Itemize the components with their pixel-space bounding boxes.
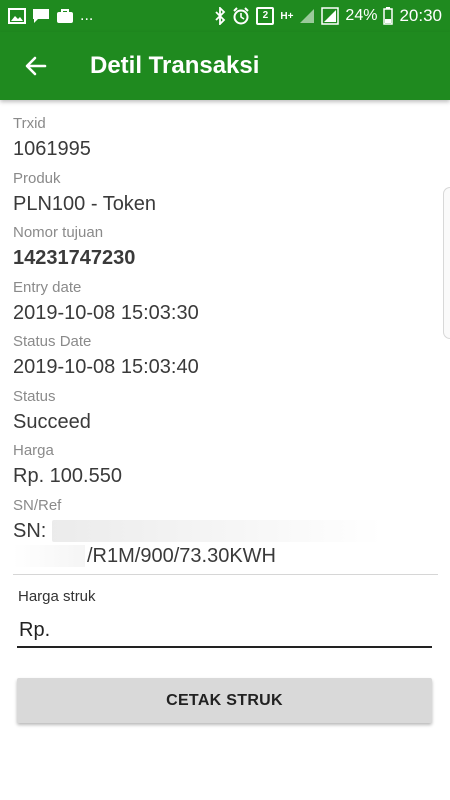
sn-ref-label: SN/Ref [13,497,62,514]
produk-label: Produk [13,170,61,187]
arrow-left-icon [25,56,47,76]
clock: 20:30 [399,6,442,25]
harga-struk-label: Harga struk [18,588,96,605]
alarm-icon [232,7,250,25]
status-bar: ... 2 H+ 24% 20:30 [0,0,450,32]
status-date-label: Status Date [13,333,92,350]
battery-percent: 24% [345,7,378,24]
harga-value: Rp. 100.550 [13,465,122,487]
sn-value-line2: /R1M/900/73.30KWH [87,545,276,567]
scroll-handle[interactable] [443,187,450,339]
nomor-tujuan-value: 14231747230 [13,247,136,269]
signal-icon [299,8,315,24]
app-bar: Detil Transaksi [0,32,450,100]
sim-badge: 2 [256,7,275,25]
signal-icon-2 [321,7,340,25]
sn-redacted-block [52,520,382,542]
status-bar-right: 2 H+ 24% 20:30 [214,6,442,26]
back-button[interactable] [24,54,48,78]
divider [13,574,438,575]
entry-date-value: 2019-10-08 15:03:30 [13,302,199,324]
entry-date-label: Entry date [13,279,82,296]
harga-label: Harga [13,442,54,459]
chat-icon [32,8,50,24]
status-bar-left: ... [8,7,93,25]
status-value: Succeed [13,411,91,433]
more-notifications: ... [80,7,94,24]
produk-value: PLN100 - Token [13,193,157,215]
status-label: Status [13,388,56,405]
image-icon [8,8,26,24]
battery-icon [383,7,394,25]
nomor-tujuan-label: Nomor tujuan [13,224,104,241]
cetak-struk-button[interactable]: CETAK STRUK [17,678,432,723]
bluetooth-icon [214,7,226,25]
page-title: Detil Transaksi [90,52,260,79]
status-date-value: 2019-10-08 15:03:40 [13,356,199,378]
sn-value-line1: SN: [13,520,47,542]
harga-struk-input[interactable] [17,614,432,648]
sn-redacted-block-2 [13,545,85,567]
trxid-value: 1061995 [13,138,91,160]
bag-icon [56,8,74,24]
trxid-label: Trxid [13,115,46,132]
network-type: H+ [280,10,294,22]
